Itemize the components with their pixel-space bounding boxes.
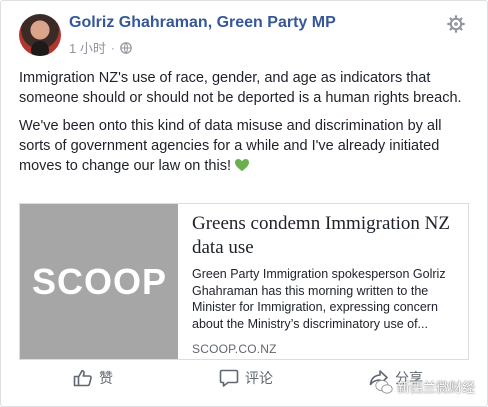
link-info: Greens condemn Immigration NZ data use G… xyxy=(192,212,460,356)
like-label: 赞 xyxy=(99,370,113,386)
globe-icon[interactable] xyxy=(120,41,132,54)
post-actions-bar: 赞 评论 分享 xyxy=(1,365,488,399)
facebook-post: Golriz Ghahraman, Green Party MP 1 小时 · … xyxy=(0,0,488,407)
like-button[interactable]: 赞 xyxy=(73,368,113,388)
link-description: Green Party Immigration spokesperson Gol… xyxy=(192,267,446,331)
green-heart-icon xyxy=(234,159,249,172)
link-preview-card[interactable]: SCOOP Greens condemn Immigration NZ data… xyxy=(19,203,469,360)
thumbs-up-icon xyxy=(73,370,92,387)
link-domain: SCOOP.CO.NZ xyxy=(192,342,277,356)
avatar[interactable] xyxy=(19,14,61,56)
comment-icon xyxy=(219,369,239,387)
comment-label: 评论 xyxy=(245,370,273,386)
share-label: 分享 xyxy=(395,370,423,386)
post-paragraph: We've been onto this kind of data misuse… xyxy=(19,118,442,174)
link-title[interactable]: Greens condemn Immigration NZ data use xyxy=(192,212,460,260)
timestamp[interactable]: 1 小时 xyxy=(69,38,106,57)
comment-button[interactable]: 评论 xyxy=(219,368,273,388)
link-thumbnail[interactable]: SCOOP xyxy=(20,204,178,359)
post-options-button[interactable] xyxy=(445,13,467,35)
post-header: Golriz Ghahraman, Green Party MP 1 小时 · xyxy=(19,13,469,57)
share-button[interactable]: 分享 xyxy=(369,368,423,388)
post-paragraph: Immigration NZ's use of race, gender, an… xyxy=(19,70,462,106)
scoop-logo: SCOOP xyxy=(32,262,166,302)
post-meta: 1 小时 · xyxy=(69,38,132,57)
post-body: Immigration NZ's use of race, gender, an… xyxy=(19,68,471,184)
gear-icon xyxy=(447,15,465,33)
svg-text:SCOOP: SCOOP xyxy=(32,262,166,302)
meta-separator: · xyxy=(110,40,115,55)
author-name[interactable]: Golriz Ghahraman, Green Party MP xyxy=(69,14,336,32)
share-icon xyxy=(369,370,388,386)
